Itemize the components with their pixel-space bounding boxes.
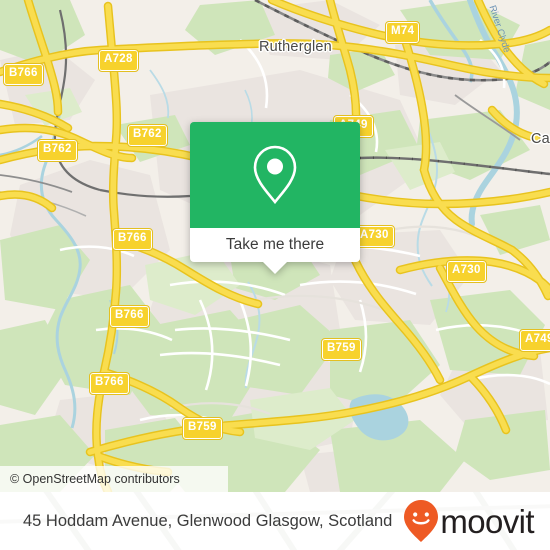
- address-text: 45 Hoddam Avenue, Glenwood Glasgow, Scot…: [23, 511, 393, 530]
- road-shield-b759[interactable]: B759: [321, 338, 362, 361]
- road-shield-b766[interactable]: B766: [89, 372, 130, 395]
- road-shield-b762[interactable]: B762: [127, 124, 168, 147]
- moovit-logo[interactable]: moovit: [404, 500, 535, 542]
- road-shield-a730[interactable]: A730: [446, 260, 487, 283]
- location-popup[interactable]: Take me there: [190, 122, 360, 274]
- moovit-pin-smiley-icon: [404, 500, 439, 542]
- map-pin-icon: [253, 145, 297, 205]
- road-shield-b766[interactable]: B766: [109, 305, 150, 328]
- road-shield-b762[interactable]: B762: [37, 139, 78, 162]
- popup-header: [190, 122, 360, 228]
- moovit-wordmark: moovit: [440, 502, 534, 540]
- road-shield-a728[interactable]: A728: [98, 49, 139, 72]
- map-canvas[interactable]: Rutherglen Ca River Clyde B766 A728 B762…: [0, 0, 550, 492]
- attribution-text: © OpenStreetMap contributors: [10, 472, 180, 486]
- place-label-cambuslang: Ca: [531, 131, 550, 147]
- road-shield-a749[interactable]: A749: [519, 329, 550, 352]
- road-shield-b766[interactable]: B766: [3, 63, 44, 86]
- road-shield-b766[interactable]: B766: [112, 228, 153, 251]
- popup-tail: [263, 262, 287, 274]
- road-shield-a730[interactable]: A730: [354, 225, 395, 248]
- bottom-bar: 45 Hoddam Avenue, Glenwood Glasgow, Scot…: [0, 492, 550, 550]
- map-attribution[interactable]: © OpenStreetMap contributors: [0, 466, 228, 492]
- road-shield-b759[interactable]: B759: [182, 417, 223, 440]
- place-label-rutherglen: Rutherglen: [259, 39, 332, 55]
- popup-action-label: Take me there: [225, 236, 325, 253]
- road-shield-m74[interactable]: M74: [384, 21, 421, 44]
- popup-action[interactable]: Take me there: [190, 228, 360, 274]
- map-screenshot: Rutherglen Ca River Clyde B766 A728 B762…: [0, 0, 550, 550]
